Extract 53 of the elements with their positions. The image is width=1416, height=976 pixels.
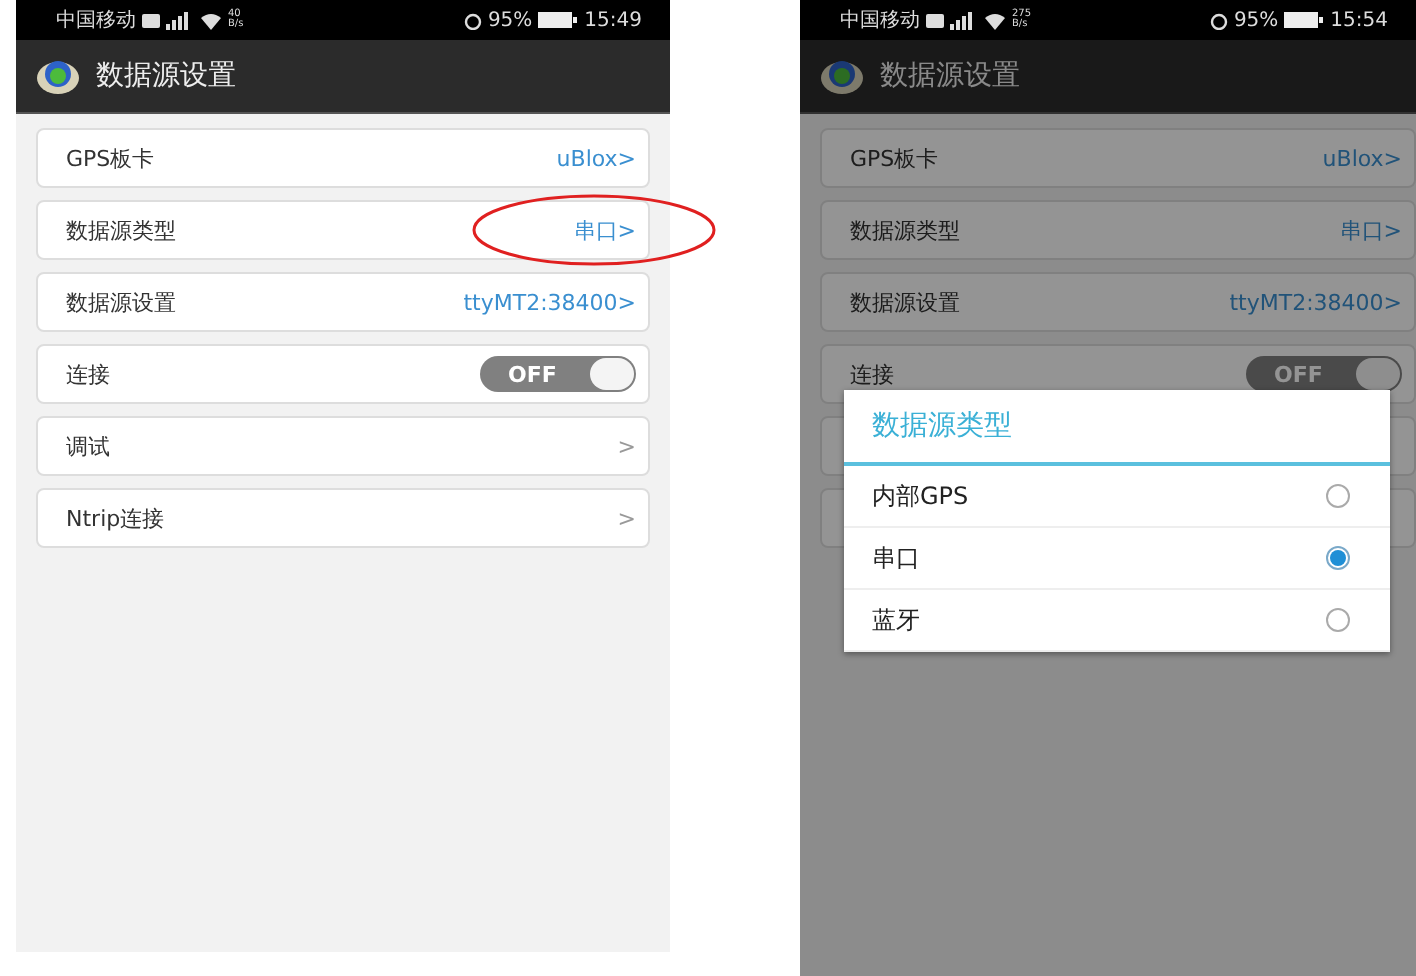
alarm-icon — [1209, 11, 1228, 29]
battery-text: 95% — [1233, 9, 1279, 31]
row-label: 调试 — [66, 431, 112, 461]
dialog-title: 数据源类型 — [844, 390, 1390, 466]
row-label: 数据源设置 — [850, 287, 962, 317]
row-label: GPS板卡 — [66, 143, 157, 173]
app-title: 数据源设置 — [96, 58, 236, 94]
row-label: 连接 — [66, 359, 112, 389]
row-label: 数据源设置 — [66, 287, 178, 317]
toggle-switch[interactable]: OFF — [480, 356, 636, 392]
chevron-text: > — [617, 505, 636, 531]
dialog-option[interactable]: 蓝牙 — [844, 590, 1390, 652]
battery-text: 95% — [487, 9, 533, 31]
app-title: 数据源设置 — [880, 58, 1020, 94]
settings-row[interactable]: 连接 OFF — [36, 344, 650, 404]
dialog-option[interactable]: 串口 — [844, 528, 1390, 590]
row-value: uBlox> — [1322, 145, 1402, 171]
settings-row[interactable]: 数据源设置 ttyMT2:38400> — [820, 272, 1416, 332]
row-value: 串口> — [573, 215, 636, 245]
row-label: 数据源类型 — [66, 215, 178, 245]
settings-row[interactable]: 调试 > — [36, 416, 650, 476]
row-label: 连接 — [850, 359, 896, 389]
row-label: Ntrip连接 — [66, 503, 167, 533]
settings-row[interactable]: 数据源类型 串口> — [820, 200, 1416, 260]
app-logo-icon — [820, 58, 864, 94]
radio-button[interactable] — [1326, 546, 1350, 570]
wifi-icon — [984, 11, 1006, 29]
radio-button[interactable] — [1326, 608, 1350, 632]
settings-row[interactable]: GPS板卡 uBlox> — [36, 128, 650, 188]
row-value: 串口> — [1339, 215, 1402, 245]
row-label: GPS板卡 — [850, 143, 941, 173]
app-logo-icon — [36, 58, 80, 94]
row-label: 数据源类型 — [850, 215, 962, 245]
signal-icon — [142, 11, 194, 29]
battery-icon — [1284, 12, 1325, 28]
row-value: ttyMT2:38400> — [1229, 289, 1402, 315]
settings-row[interactable]: GPS板卡 uBlox> — [820, 128, 1416, 188]
radio-button[interactable] — [1326, 484, 1350, 508]
wifi-icon — [200, 11, 222, 29]
dialog-option[interactable]: 内部GPS — [844, 466, 1390, 528]
row-value: ttyMT2:38400> — [463, 289, 636, 315]
battery-icon — [538, 12, 579, 28]
carrier-text: 中国移动 — [840, 7, 920, 34]
settings-row[interactable]: 数据源类型 串口> — [36, 200, 650, 260]
signal-icon — [926, 11, 978, 29]
status-time: 15:49 — [584, 9, 642, 31]
carrier-text: 中国移动 — [56, 7, 136, 34]
alarm-icon — [463, 11, 482, 29]
chevron-text: > — [617, 433, 636, 459]
settings-row[interactable]: Ntrip连接 > — [36, 488, 650, 548]
row-value: uBlox> — [556, 145, 636, 171]
status-time: 15:54 — [1330, 9, 1388, 31]
settings-row[interactable]: 数据源设置 ttyMT2:38400> — [36, 272, 650, 332]
